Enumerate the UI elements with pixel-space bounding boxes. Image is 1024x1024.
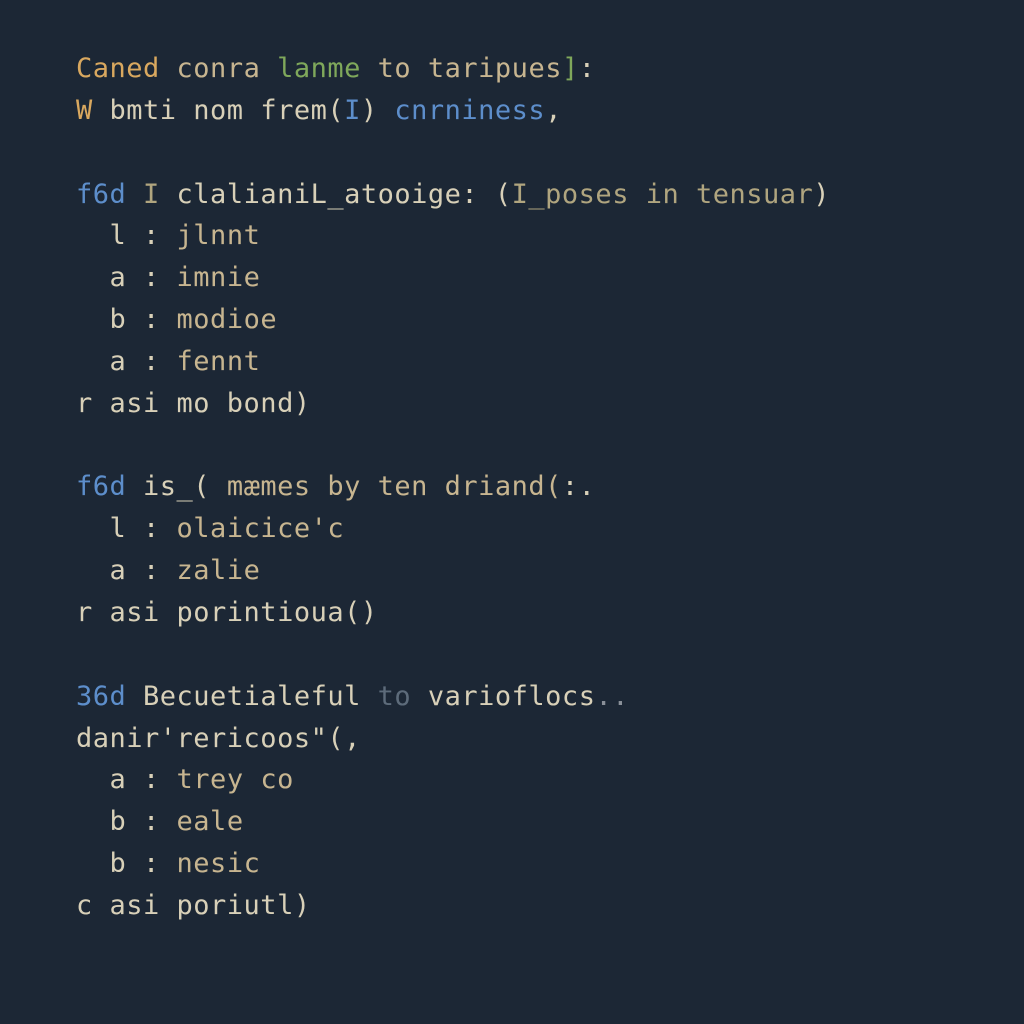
code-token: varioflocs bbox=[428, 681, 596, 712]
code-token: l : bbox=[76, 220, 177, 251]
code-token: I bbox=[143, 179, 177, 210]
code-token: fennt bbox=[177, 346, 261, 377]
code-line bbox=[76, 132, 1024, 174]
code-token: conra bbox=[177, 53, 278, 84]
code-token: Caned bbox=[76, 53, 177, 84]
code-line bbox=[76, 425, 1024, 467]
code-token: I_poses in tensuar bbox=[512, 179, 814, 210]
code-token: a : bbox=[76, 555, 177, 586]
code-token: c asi poriutl) bbox=[76, 890, 311, 921]
code-line: c asi poriutl) bbox=[76, 885, 1024, 927]
code-token: a : bbox=[76, 346, 177, 377]
code-line: a : imnie bbox=[76, 257, 1024, 299]
code-token: I bbox=[344, 95, 361, 126]
code-token: danir'rericoos"(, bbox=[76, 723, 361, 754]
code-token: jlnnt bbox=[177, 220, 261, 251]
code-token: bmti nom frem( bbox=[110, 95, 345, 126]
code-token: a : bbox=[76, 262, 177, 293]
code-token: mæmes by ten driand( bbox=[227, 471, 562, 502]
code-token: b : bbox=[76, 806, 177, 837]
code-token: clalianiL_atooige: ( bbox=[177, 179, 512, 210]
code-line: r asi porintioua() bbox=[76, 592, 1024, 634]
code-token: b : bbox=[76, 304, 177, 335]
code-token: nesic bbox=[177, 848, 261, 879]
code-token: l : bbox=[76, 513, 177, 544]
code-token: to taripues bbox=[378, 53, 562, 84]
code-token: olaicice'c bbox=[177, 513, 345, 544]
code-line bbox=[76, 634, 1024, 676]
code-line: l : olaicice'c bbox=[76, 508, 1024, 550]
code-token: a : bbox=[76, 764, 177, 795]
code-token: .. bbox=[595, 681, 629, 712]
code-editor[interactable]: Caned conra lanme to taripues]:W bmti no… bbox=[0, 0, 1024, 927]
code-token: 36d bbox=[76, 681, 143, 712]
code-line: f6d is_( mæmes by ten driand(:. bbox=[76, 466, 1024, 508]
code-token: trey co bbox=[177, 764, 294, 795]
code-token: f6d bbox=[76, 471, 143, 502]
code-token: ) bbox=[813, 179, 830, 210]
code-token: Becuetialeful bbox=[143, 681, 378, 712]
code-line: b : eale bbox=[76, 801, 1024, 843]
code-line: danir'rericoos"(, bbox=[76, 718, 1024, 760]
code-token: ] bbox=[562, 53, 579, 84]
code-line: b : nesic bbox=[76, 843, 1024, 885]
code-token: is_( bbox=[143, 471, 227, 502]
code-token: modioe bbox=[177, 304, 278, 335]
code-token: f6d bbox=[76, 179, 143, 210]
code-token: r asi porintioua() bbox=[76, 597, 378, 628]
code-token: , bbox=[545, 95, 562, 126]
code-token: ) bbox=[361, 95, 395, 126]
code-token: b : bbox=[76, 848, 177, 879]
code-token: zalie bbox=[177, 555, 261, 586]
code-token: imnie bbox=[177, 262, 261, 293]
code-line: r asi mo bond) bbox=[76, 383, 1024, 425]
code-line: a : zalie bbox=[76, 550, 1024, 592]
code-token: W bbox=[76, 95, 110, 126]
code-line: a : fennt bbox=[76, 341, 1024, 383]
code-token: : bbox=[579, 53, 596, 84]
code-token: eale bbox=[177, 806, 244, 837]
code-line: b : modioe bbox=[76, 299, 1024, 341]
code-line: W bmti nom frem(I) cnrniness, bbox=[76, 90, 1024, 132]
code-token: :. bbox=[562, 471, 596, 502]
code-line: 36d Becuetialeful to varioflocs.. bbox=[76, 676, 1024, 718]
code-token: cnrniness bbox=[394, 95, 545, 126]
code-token: lanme bbox=[277, 53, 378, 84]
code-line: f6d I clalianiL_atooige: (I_poses in ten… bbox=[76, 174, 1024, 216]
code-token: r asi mo bond) bbox=[76, 388, 311, 419]
code-token: to bbox=[378, 681, 428, 712]
code-line: l : jlnnt bbox=[76, 215, 1024, 257]
code-line: Caned conra lanme to taripues]: bbox=[76, 48, 1024, 90]
code-line: a : trey co bbox=[76, 759, 1024, 801]
